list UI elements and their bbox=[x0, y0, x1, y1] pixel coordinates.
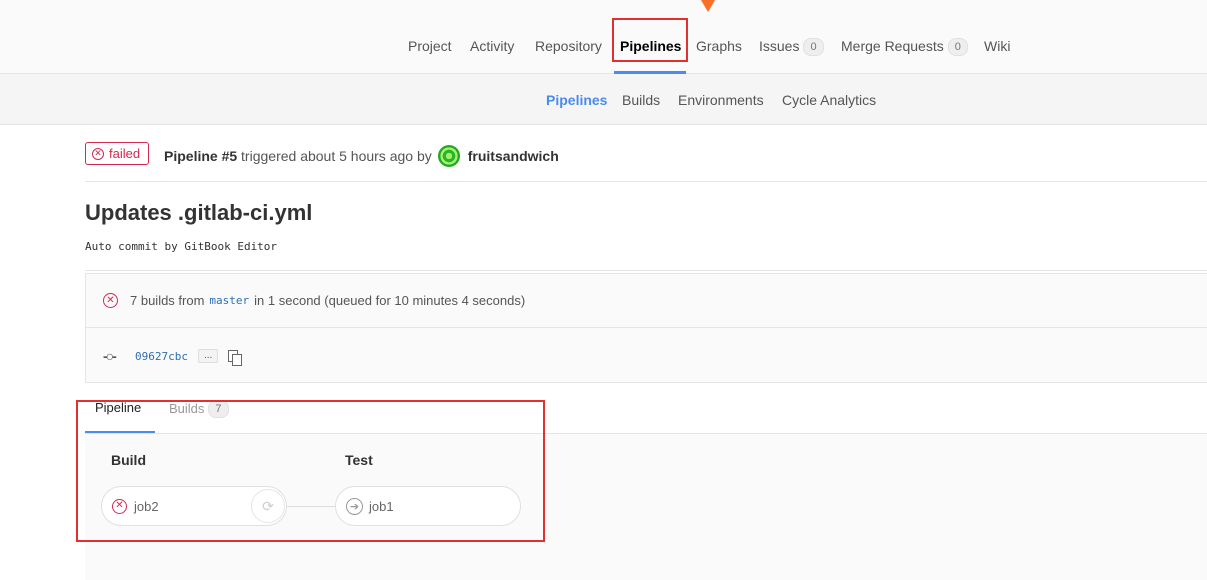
subnav-builds[interactable]: Builds bbox=[622, 92, 660, 108]
nav-graphs[interactable]: Graphs bbox=[696, 38, 742, 54]
subnav-environments[interactable]: Environments bbox=[678, 92, 764, 108]
status-label: failed bbox=[109, 146, 141, 161]
nav-issues-label: Issues bbox=[759, 38, 800, 54]
nav-activity[interactable]: Activity bbox=[470, 38, 514, 54]
nav-issues[interactable]: Issues 0 bbox=[759, 38, 824, 56]
commit-divider bbox=[85, 270, 1207, 271]
summary-prefix: 7 builds from bbox=[130, 293, 205, 308]
failed-status-icon: ✕ bbox=[92, 147, 104, 160]
tab-pipeline[interactable]: Pipeline bbox=[95, 400, 141, 415]
commit-sha-link[interactable]: 09627cbc bbox=[135, 350, 188, 363]
subnav-pipelines[interactable]: Pipelines bbox=[546, 92, 607, 108]
job-name: job2 bbox=[134, 498, 159, 514]
summary-suffix: in 1 second (queued for 10 minutes 4 sec… bbox=[254, 293, 526, 308]
merge-requests-count-badge: 0 bbox=[947, 38, 968, 56]
stage-title-test: Test bbox=[345, 452, 373, 468]
nav-merge-requests-label: Merge Requests bbox=[841, 38, 944, 54]
commit-title: Updates .gitlab-ci.yml bbox=[85, 200, 313, 225]
header-divider bbox=[85, 181, 1207, 182]
stage-connector bbox=[287, 506, 335, 507]
gitlab-logo-icon[interactable] bbox=[694, 0, 722, 12]
pipeline-user-link[interactable]: fruitsandwich bbox=[468, 148, 559, 164]
tab-builds-label: Builds bbox=[169, 401, 205, 416]
failed-status-icon: ✕ bbox=[112, 498, 127, 514]
top-nav: Project Activity Repository Pipelines Gr… bbox=[0, 0, 1207, 74]
pipeline-name: Pipeline #5 bbox=[164, 148, 238, 164]
job-pill-job2[interactable]: ✕ job2 ⟳ bbox=[101, 486, 287, 526]
nav-wiki[interactable]: Wiki bbox=[984, 38, 1010, 54]
tab-builds[interactable]: Builds 7 bbox=[169, 400, 229, 418]
nav-merge-requests[interactable]: Merge Requests 0 bbox=[841, 38, 968, 56]
subnav-cycle-analytics[interactable]: Cycle Analytics bbox=[782, 92, 876, 108]
job-pill-job1[interactable]: ➔ job1 bbox=[335, 486, 521, 526]
job-name: job1 bbox=[369, 498, 394, 514]
info-row-divider bbox=[86, 327, 1207, 328]
nav-project[interactable]: Project bbox=[408, 38, 452, 54]
issues-count-badge: 0 bbox=[803, 38, 824, 56]
commit-icon: -○- bbox=[103, 348, 117, 364]
nav-pipelines[interactable]: Pipelines bbox=[620, 38, 681, 54]
builds-summary: ✕ 7 builds from master in 1 second (queu… bbox=[103, 293, 525, 308]
commit-row: -○- 09627cbc ... bbox=[103, 348, 243, 366]
user-avatar[interactable] bbox=[437, 145, 460, 167]
pipeline-trigger-text: triggered about 5 hours ago by bbox=[241, 148, 432, 164]
failed-status-icon: ✕ bbox=[103, 293, 118, 308]
pipeline-info: Pipeline #5 triggered about 5 hours ago … bbox=[164, 145, 559, 167]
sub-nav: Pipelines Builds Environments Cycle Anal… bbox=[0, 74, 1207, 125]
nav-repository[interactable]: Repository bbox=[535, 38, 602, 54]
retry-icon[interactable]: ⟳ bbox=[251, 489, 285, 523]
commit-description: Auto commit by GitBook Editor bbox=[85, 240, 278, 253]
skipped-status-icon: ➔ bbox=[346, 497, 363, 515]
expand-commit-button[interactable]: ... bbox=[197, 349, 219, 363]
pipeline-info-box: ✕ 7 builds from master in 1 second (queu… bbox=[85, 273, 1207, 383]
copy-to-clipboard-icon[interactable] bbox=[228, 350, 243, 366]
branch-link[interactable]: master bbox=[209, 294, 249, 307]
pipeline-status-badge[interactable]: ✕ failed bbox=[85, 142, 150, 165]
builds-count-badge: 7 bbox=[208, 400, 229, 418]
stage-title-build: Build bbox=[111, 452, 146, 468]
